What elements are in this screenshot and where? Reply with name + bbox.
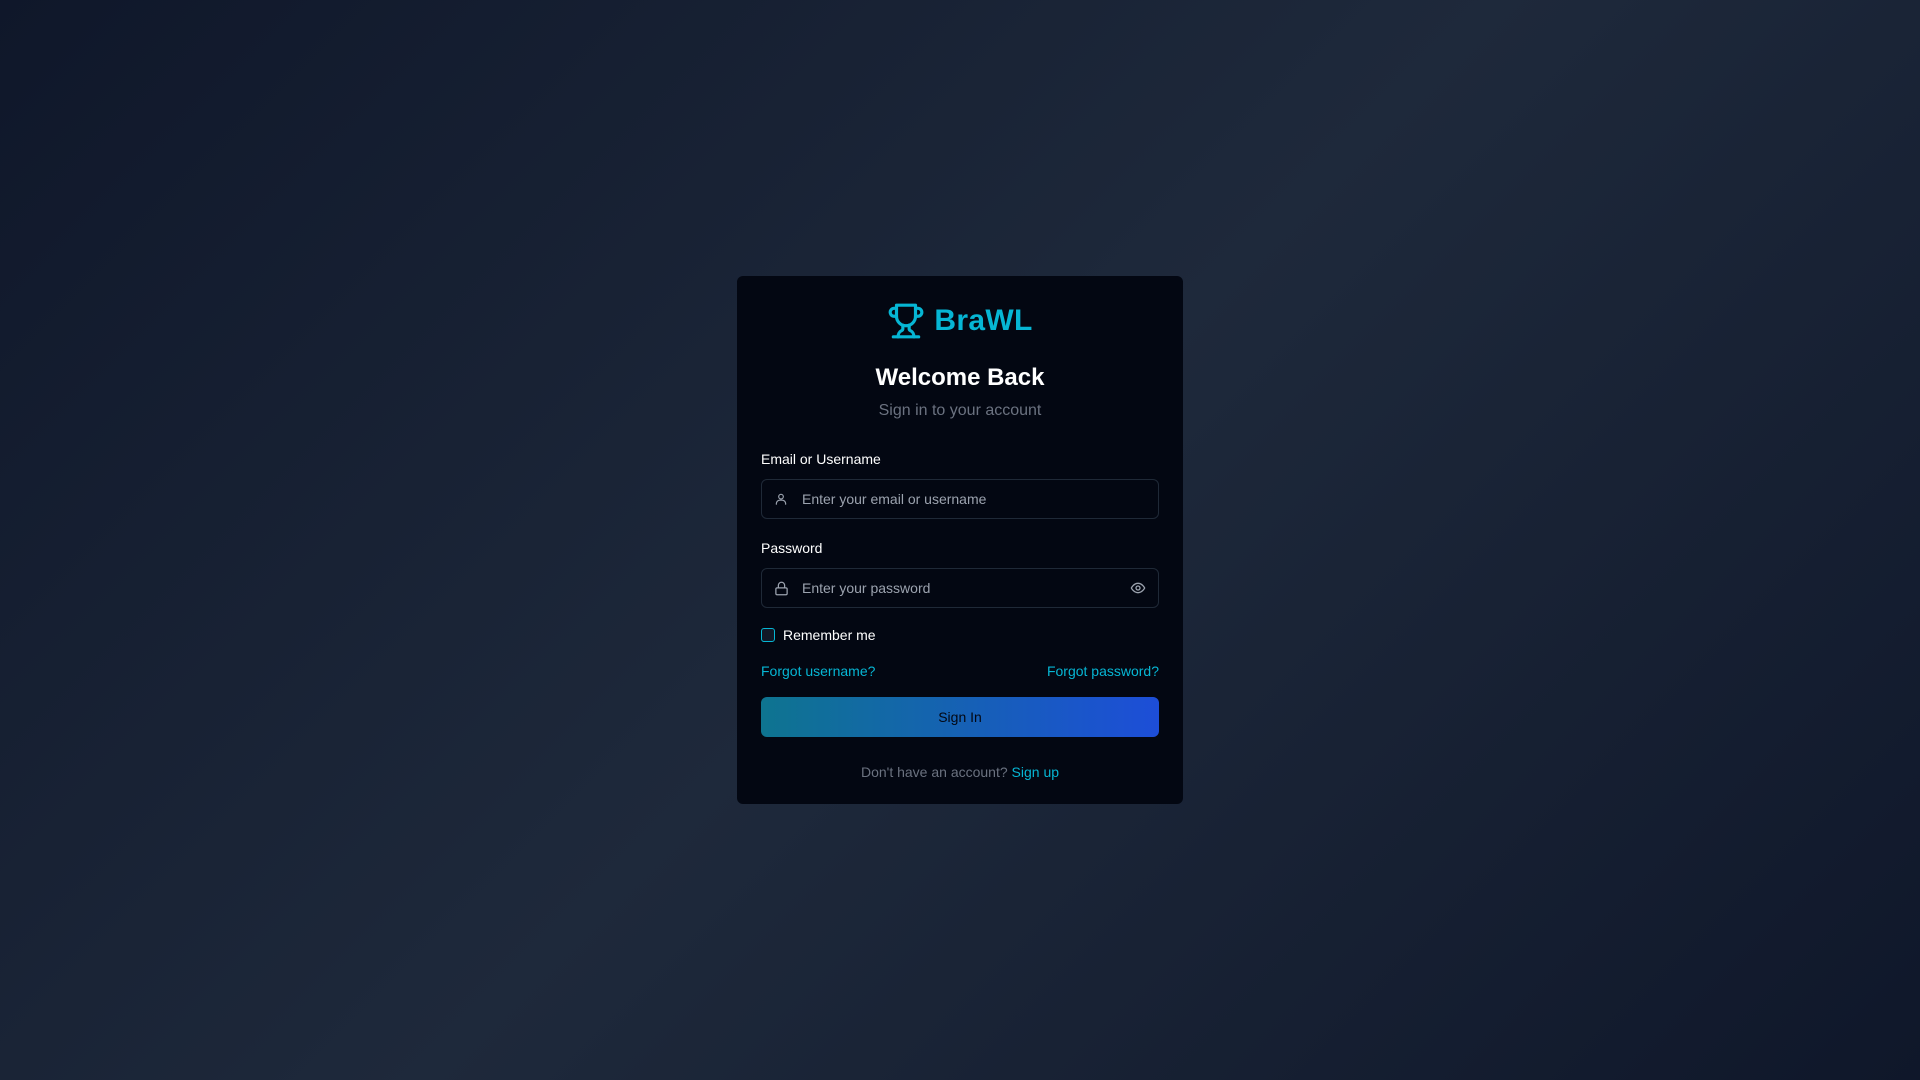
- recovery-links: Forgot username? Forgot password?: [761, 662, 1159, 680]
- eye-icon[interactable]: [1129, 579, 1147, 597]
- remember-me-label[interactable]: Remember me: [783, 627, 876, 643]
- email-field-wrapper: [761, 479, 1159, 519]
- password-field-wrapper: [761, 568, 1159, 608]
- brand-logo: BraWL: [761, 301, 1159, 341]
- page-subtitle: Sign in to your account: [878, 402, 1042, 419]
- email-input[interactable]: [802, 480, 1158, 518]
- login-card: BraWL Welcome Back Sign in to your accou…: [737, 276, 1183, 804]
- user-icon: [773, 491, 789, 507]
- password-label: Password: [761, 540, 823, 556]
- brand-name: BraWL: [934, 304, 1033, 337]
- remember-me-checkbox[interactable]: [761, 628, 775, 642]
- signup-prompt: Don't have an account? Sign up: [761, 763, 1159, 781]
- password-input[interactable]: [802, 569, 1121, 607]
- sign-in-button[interactable]: Sign In: [761, 697, 1159, 737]
- signup-prompt-text: Don't have an account?: [860, 764, 1008, 780]
- email-label: Email or Username: [761, 451, 881, 467]
- page-title: Welcome Back: [875, 364, 1045, 391]
- forgot-password-link[interactable]: Forgot password?: [1047, 662, 1159, 680]
- lock-icon: [773, 580, 789, 596]
- remember-me-row: Remember me: [761, 625, 1159, 645]
- sign-up-link[interactable]: Sign up: [1012, 764, 1059, 780]
- trophy-icon: [889, 303, 924, 339]
- forgot-username-link[interactable]: Forgot username?: [761, 662, 875, 680]
